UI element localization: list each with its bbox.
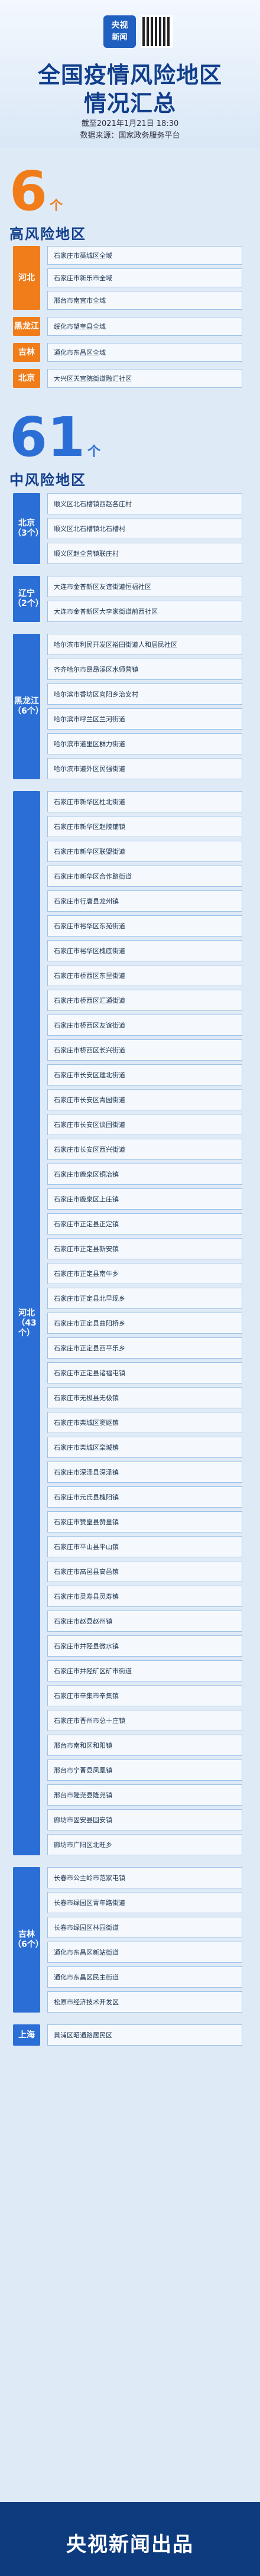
list-item: 石家庄市元氏县槐阳镇 bbox=[47, 1486, 242, 1508]
list-item: 石家庄市新乐市全域 bbox=[47, 268, 242, 287]
list-item: 哈尔滨市道外区民强街道 bbox=[47, 758, 242, 779]
list-item: 顺义区北石槽镇西赵各庄村 bbox=[47, 493, 242, 514]
list-item: 石家庄市长安区西兴街道 bbox=[47, 1139, 242, 1160]
list-item: 石家庄市井陉矿区矿市街道 bbox=[47, 1660, 242, 1681]
list-item: 石家庄市正定县曲阳桥乡 bbox=[47, 1313, 242, 1334]
list-item: 廊坊市广阳区北旺乡 bbox=[47, 1834, 242, 1855]
list-item: 石家庄市辛集市辛集镇 bbox=[47, 1685, 242, 1706]
list-item: 石家庄市正定县新安镇 bbox=[47, 1238, 242, 1259]
list-item: 大连市金普新区大李家街道前西社区 bbox=[47, 601, 242, 622]
list-item: 石家庄市正定县北早现乡 bbox=[47, 1288, 242, 1309]
list-item: 石家庄市栾城区窦妪镇 bbox=[47, 1412, 242, 1433]
source-text: 数据来源：国家政务服务平台 bbox=[80, 131, 180, 140]
list-item: 石家庄市长安区谈固街道 bbox=[47, 1114, 242, 1135]
province-label: 黑龙江（6个） bbox=[13, 634, 44, 779]
logo-bottom-text: 新闻 bbox=[112, 33, 128, 42]
list-item: 石家庄市鹿泉区铜冶镇 bbox=[47, 1164, 242, 1185]
list-item: 石家庄市桥西区汇通街道 bbox=[47, 990, 242, 1011]
list-item: 石家庄市晋州市总十庄镇 bbox=[47, 1710, 242, 1731]
list-item: 石家庄市井陉县微水镇 bbox=[47, 1635, 242, 1657]
cctv-news-logo: 央视 新闻 bbox=[103, 15, 136, 48]
province-label: 吉林（6个） bbox=[13, 1867, 44, 2013]
list-item: 石家庄市栾城区栾城镇 bbox=[47, 1437, 242, 1458]
list-item: 石家庄市无极县无极镇 bbox=[47, 1387, 242, 1408]
page-title-line2: 情况汇总 bbox=[83, 90, 176, 116]
list-item: 石家庄市赞皇县赞皇镇 bbox=[47, 1511, 242, 1532]
list-item: 石家庄市长安区建北街道 bbox=[47, 1064, 242, 1086]
list-item: 长春市绿园区青年路街道 bbox=[47, 1892, 242, 1913]
list-item: 石家庄市行唐县龙州镇 bbox=[47, 890, 242, 912]
list-item: 石家庄市高邑县高邑镇 bbox=[47, 1561, 242, 1582]
logo-top-text: 央视 bbox=[111, 21, 128, 30]
list-item: 石家庄市深泽县深泽镇 bbox=[47, 1462, 242, 1483]
province-label: 河北（43个） bbox=[13, 791, 40, 1855]
province-label: 黑龙江 bbox=[13, 317, 40, 336]
list-item: 石家庄市正定县正定镇 bbox=[47, 1213, 242, 1234]
list-item: 松原市经济技术开发区 bbox=[47, 1991, 242, 2013]
list-item: 大连市金普新区友谊街道恒福社区 bbox=[47, 576, 242, 597]
list-item: 石家庄市赵县赵州镇 bbox=[47, 1611, 242, 1632]
list-item: 大兴区天宫院街道融汇社区 bbox=[47, 369, 242, 388]
list-item: 廊坊市固安县固安镇 bbox=[47, 1809, 242, 1830]
list-item: 通化市东昌区民主街道 bbox=[47, 1966, 242, 1988]
list-item: 哈尔滨市利民开发区裕田街道人和居民社区 bbox=[47, 634, 242, 655]
list-item: 石家庄市裕华区东苑街道 bbox=[47, 915, 242, 937]
list-item: 黄浦区昭通路居民区 bbox=[47, 2024, 242, 2046]
list-item: 石家庄市新华区联盟街道 bbox=[47, 841, 242, 862]
list-item: 石家庄市正定县南牛乡 bbox=[47, 1263, 242, 1284]
list-item: 哈尔滨市道里区群力街道 bbox=[47, 733, 242, 754]
list-item: 顺义区赵全营镇联庄村 bbox=[47, 543, 242, 564]
list-item: 石家庄市灵寿县灵寿镇 bbox=[47, 1586, 242, 1607]
list-item: 哈尔滨市呼兰区兰河街道 bbox=[47, 708, 242, 730]
province-label: 北京 bbox=[13, 369, 40, 388]
qr-code-icon bbox=[141, 15, 173, 48]
deadline-text: 截至2021年1月21日 18:30 bbox=[81, 119, 179, 128]
list-item: 石家庄市新华区赵陵铺镇 bbox=[47, 816, 242, 837]
list-item: 绥化市望奎县全域 bbox=[47, 317, 242, 336]
province-label: 上海 bbox=[13, 2024, 40, 2046]
list-item: 顺义区北石槽镇北石槽村 bbox=[47, 518, 242, 539]
list-item: 石家庄市鹿泉区上庄镇 bbox=[47, 1188, 242, 1210]
list-item: 邢台市南宫市全域 bbox=[47, 291, 242, 310]
list-item: 通化市东昌区全域 bbox=[47, 343, 242, 362]
list-item: 石家庄市新华区合作路街道 bbox=[47, 866, 242, 887]
list-item: 石家庄市新华区杜北街道 bbox=[47, 791, 242, 812]
footer-label: 央视新闻出品 bbox=[66, 2533, 194, 2556]
list-item: 邢台市南和区和阳镇 bbox=[47, 1735, 242, 1756]
province-label: 吉林 bbox=[13, 343, 40, 362]
list-item: 石家庄市桥西区长兴街道 bbox=[47, 1039, 242, 1061]
list-item: 石家庄市桥西区友谊街道 bbox=[47, 1015, 242, 1036]
high-risk-title: 高风险地区 bbox=[9, 226, 86, 242]
list-item: 石家庄市藁城区全域 bbox=[47, 246, 242, 265]
list-item: 通化市东昌区新站街道 bbox=[47, 1942, 242, 1963]
province-label: 河北 bbox=[13, 246, 40, 310]
list-item: 齐齐哈尔市昂昂溪区水师营镇 bbox=[47, 659, 242, 680]
list-item: 长春市公主岭市范家屯镇 bbox=[47, 1867, 242, 1888]
province-label: 辽宁（2个） bbox=[13, 576, 44, 622]
list-item: 石家庄市平山县平山镇 bbox=[47, 1536, 242, 1557]
list-item: 石家庄市正定县西平乐乡 bbox=[47, 1337, 242, 1359]
list-item: 哈尔滨市香坊区向阳乡治安村 bbox=[47, 683, 242, 705]
medium-risk-title: 中风险地区 bbox=[9, 472, 86, 488]
list-item: 石家庄市桥西区东里街道 bbox=[47, 965, 242, 986]
list-item: 邢台市宁晋县凤凰镇 bbox=[47, 1760, 242, 1781]
list-item: 石家庄市长安区青园街道 bbox=[47, 1089, 242, 1110]
province-label: 北京（3个） bbox=[13, 493, 44, 564]
list-item: 石家庄市正定县诸福屯镇 bbox=[47, 1362, 242, 1383]
list-item: 邢台市隆尧县隆尧镇 bbox=[47, 1784, 242, 1806]
list-item: 长春市绿园区林园街道 bbox=[47, 1917, 242, 1938]
list-item: 石家庄市裕华区槐底街道 bbox=[47, 940, 242, 961]
page-title-line1: 全国疫情风险地区 bbox=[37, 62, 222, 88]
